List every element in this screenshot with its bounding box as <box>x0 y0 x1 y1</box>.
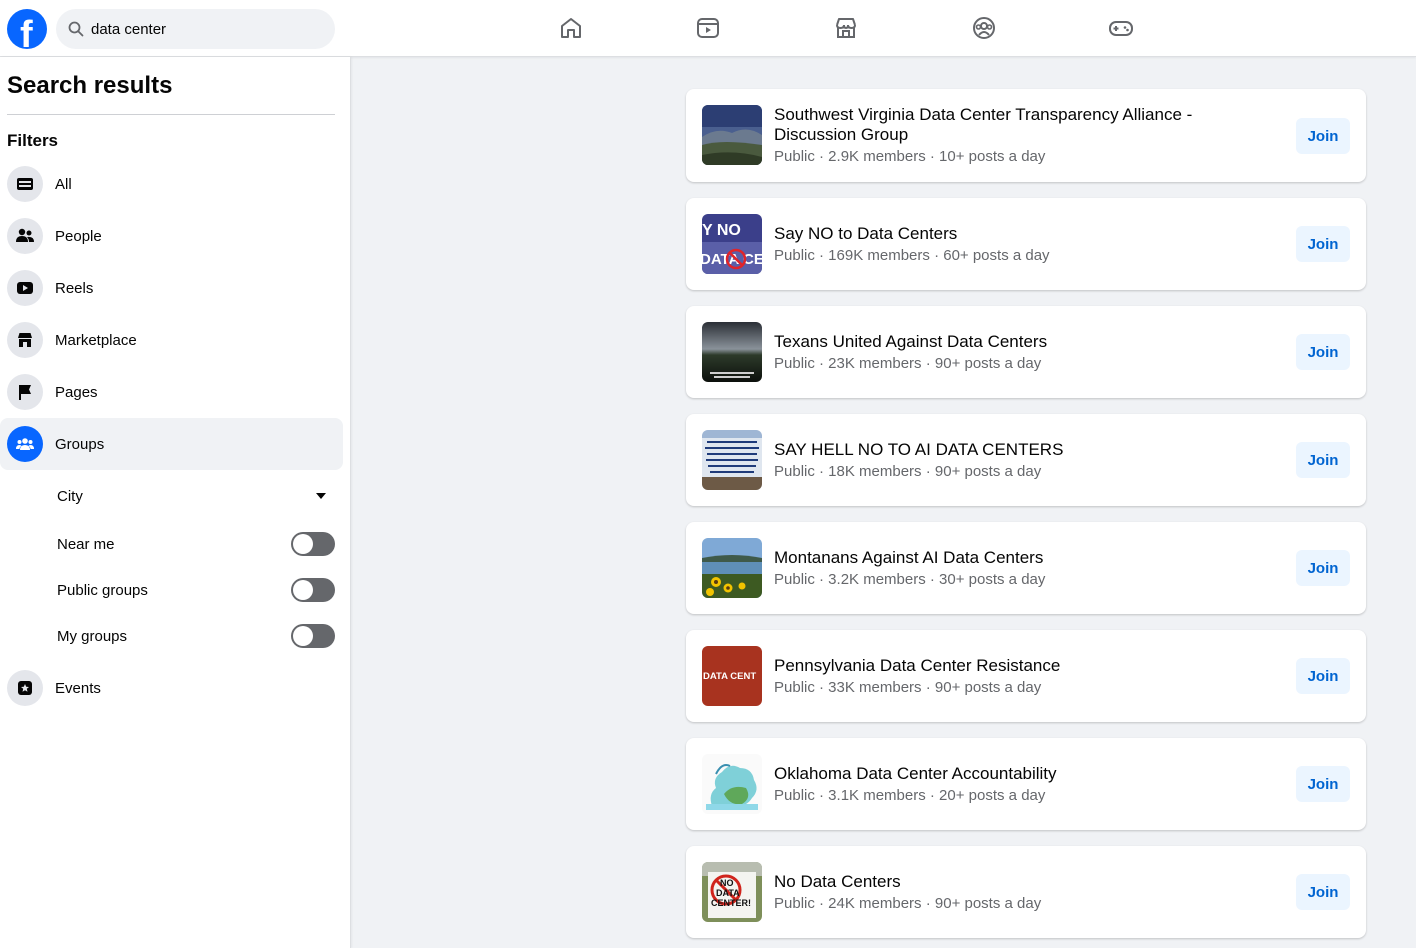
toggle-knob <box>293 580 313 600</box>
search-icon <box>68 21 84 37</box>
people-icon <box>7 218 43 254</box>
groups-icon[interactable] <box>971 15 997 41</box>
search-box[interactable] <box>56 9 335 49</box>
toggle-knob <box>293 534 313 554</box>
sidebar-item-pages[interactable]: Pages <box>0 366 343 418</box>
group-meta: Public · 24K members · 90+ posts a day <box>774 895 1042 912</box>
caret-down-icon <box>316 493 326 499</box>
sidebar-item-marketplace[interactable]: Marketplace <box>0 314 343 366</box>
group-thumbnail[interactable] <box>702 538 762 598</box>
group-meta: Public · 169K members · 60+ posts a day <box>774 247 1050 264</box>
group-meta: Public · 23K members · 90+ posts a day <box>774 355 1042 372</box>
sidebar-item-events[interactable]: Events <box>0 662 343 714</box>
public-groups-toggle[interactable] <box>291 578 335 602</box>
thumbnail-text: NO <box>720 878 734 888</box>
city-label: City <box>57 487 83 505</box>
sidebar-item-groups[interactable]: Groups <box>0 418 343 470</box>
join-button[interactable]: Join <box>1296 550 1350 586</box>
group-meta: Public · 18K members · 90+ posts a day <box>774 463 1042 480</box>
sidebar-item-reels[interactable]: Reels <box>0 262 343 314</box>
thumbnail-text: CENTER! <box>711 898 751 908</box>
join-button[interactable]: Join <box>1296 334 1350 370</box>
group-result-card[interactable]: Montanans Against AI Data Centers Public… <box>686 522 1366 614</box>
sidebar-item-label: Pages <box>55 383 98 401</box>
sidebar-item-label: Reels <box>55 279 94 297</box>
marketplace-icon[interactable] <box>833 15 859 41</box>
group-result-card[interactable]: Y NODATA CEN Say NO to Data Centers Publ… <box>686 198 1366 290</box>
all-icon <box>7 166 43 202</box>
group-thumbnail[interactable] <box>702 754 762 814</box>
group-meta: Public · 3.1K members · 20+ posts a day <box>774 787 1046 804</box>
group-thumbnail[interactable] <box>702 430 762 490</box>
divider <box>7 114 335 115</box>
my-groups-label: My groups <box>57 627 128 645</box>
thumbnail-text: DATA CENT <box>703 671 756 682</box>
toggle-knob <box>293 626 313 646</box>
search-input[interactable] <box>91 20 321 38</box>
near-me-toggle[interactable] <box>291 532 335 556</box>
group-title[interactable]: Say NO to Data Centers <box>774 224 1214 244</box>
city-dropdown[interactable]: City <box>57 478 335 514</box>
facebook-logo-icon[interactable]: f <box>7 9 47 49</box>
sidebar-item-label: Events <box>55 679 101 697</box>
group-thumbnail[interactable]: Y NODATA CEN <box>702 214 762 274</box>
sidebar-item-all[interactable]: All <box>0 158 343 210</box>
events-icon <box>7 670 43 706</box>
sidebar-item-label: Groups <box>55 435 105 453</box>
sidebar-item-label: People <box>55 227 102 245</box>
join-button[interactable]: Join <box>1296 658 1350 694</box>
group-thumbnail[interactable] <box>702 105 762 165</box>
sidebar: Search results Filters All People Reels … <box>0 57 351 948</box>
page-title: Search results <box>7 72 173 99</box>
group-result-card[interactable]: SAY HELL NO TO AI DATA CENTERS Public · … <box>686 414 1366 506</box>
my-groups-toggle[interactable] <box>291 624 335 648</box>
my-groups-filter: My groups <box>57 618 335 654</box>
sidebar-item-label: All <box>55 175 72 193</box>
group-result-card[interactable]: Texans United Against Data Centers Publi… <box>686 306 1366 398</box>
public-groups-filter: Public groups <box>57 572 335 608</box>
video-icon[interactable] <box>695 15 721 41</box>
home-icon[interactable] <box>558 15 584 41</box>
public-groups-label: Public groups <box>57 581 148 599</box>
filters-heading: Filters <box>7 131 59 150</box>
marketplace-icon <box>7 322 43 358</box>
near-me-filter: Near me <box>57 526 335 562</box>
flag-icon <box>7 374 43 410</box>
group-result-card[interactable]: Oklahoma Data Center Accountability Publ… <box>686 738 1366 830</box>
group-title[interactable]: Southwest Virginia Data Center Transpare… <box>774 105 1214 145</box>
top-bar: f <box>0 0 1416 57</box>
group-thumbnail[interactable]: DATA CENT <box>702 646 762 706</box>
group-result-card[interactable]: NO DATA CENTER! No Data Centers Public · 2… <box>686 846 1366 938</box>
groups-icon <box>7 426 43 462</box>
near-me-label: Near me <box>57 535 115 553</box>
group-result-card[interactable]: DATA CENT Pennsylvania Data Center Resis… <box>686 630 1366 722</box>
group-thumbnail[interactable] <box>702 322 762 382</box>
group-meta: Public · 3.2K members · 30+ posts a day <box>774 571 1046 588</box>
join-button[interactable]: Join <box>1296 874 1350 910</box>
group-meta: Public · 33K members · 90+ posts a day <box>774 679 1042 696</box>
join-button[interactable]: Join <box>1296 226 1350 262</box>
thumbnail-text: DATA <box>716 888 740 898</box>
group-title[interactable]: SAY HELL NO TO AI DATA CENTERS <box>774 440 1214 460</box>
group-meta: Public · 2.9K members · 10+ posts a day <box>774 148 1046 165</box>
join-button[interactable]: Join <box>1296 766 1350 802</box>
join-button[interactable]: Join <box>1296 442 1350 478</box>
sidebar-item-label: Marketplace <box>55 331 137 349</box>
group-title[interactable]: Pennsylvania Data Center Resistance <box>774 656 1214 676</box>
group-title[interactable]: Oklahoma Data Center Accountability <box>774 764 1214 784</box>
group-thumbnail[interactable]: NO DATA CENTER! <box>702 862 762 922</box>
join-button[interactable]: Join <box>1296 118 1350 154</box>
group-title[interactable]: No Data Centers <box>774 872 1214 892</box>
sidebar-item-people[interactable]: People <box>0 210 343 262</box>
group-title[interactable]: Montanans Against AI Data Centers <box>774 548 1214 568</box>
group-result-card[interactable]: Southwest Virginia Data Center Transpare… <box>686 89 1366 182</box>
reels-icon <box>7 270 43 306</box>
gaming-icon[interactable] <box>1108 15 1134 41</box>
group-title[interactable]: Texans United Against Data Centers <box>774 332 1214 352</box>
thumbnail-text: Y NO <box>702 222 741 239</box>
